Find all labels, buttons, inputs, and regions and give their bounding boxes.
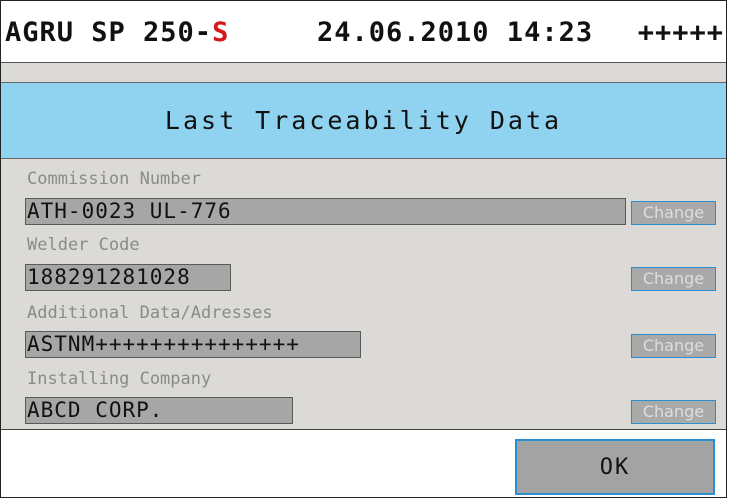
change-additional-data-button[interactable]: Change [631, 334, 716, 358]
welder-code-field[interactable]: 188291281028 [25, 264, 231, 291]
ok-button[interactable]: OK [515, 439, 715, 495]
change-welder-code-button[interactable]: Change [631, 267, 716, 291]
additional-data-field[interactable]: ASTNM+++++++++++++++ [25, 331, 361, 358]
change-installing-company-button[interactable]: Change [631, 400, 716, 424]
separator-band [1, 63, 726, 83]
device-model-suffix: S [212, 17, 230, 48]
welder-code-label: Welder Code [27, 235, 140, 255]
commission-number-field[interactable]: ATH-0023 UL-776 [25, 198, 626, 225]
installing-company-field[interactable]: ABCD CORP. [25, 397, 293, 424]
date-time: 24.06.2010 14:23 [317, 17, 594, 48]
device-name: AGRU SP 250-S [5, 17, 229, 48]
additional-data-label: Additional Data/Adresses [27, 303, 273, 323]
device-model: AGRU SP 250- [5, 17, 213, 48]
status-indicator: +++++ [637, 17, 724, 48]
installing-company-label: Installing Company [27, 369, 212, 389]
status-bar: AGRU SP 250-S 24.06.2010 14:23 +++++ [1, 1, 726, 63]
footer-bar: OK [1, 429, 726, 497]
page-title: Last Traceability Data [1, 83, 726, 159]
change-commission-number-button[interactable]: Change [631, 201, 716, 225]
commission-number-label: Commission Number [27, 169, 201, 189]
device-screen: AGRU SP 250-S 24.06.2010 14:23 +++++ Las… [0, 0, 727, 498]
